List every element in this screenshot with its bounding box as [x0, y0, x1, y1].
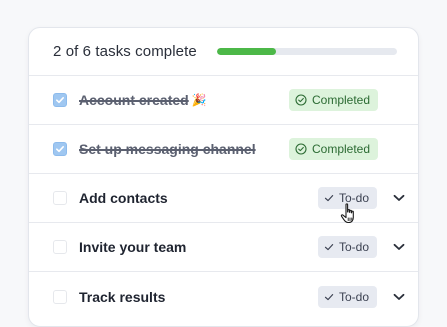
- check-circle-icon: [295, 143, 307, 155]
- status-badge-label: Completed: [312, 93, 371, 107]
- task-row-add-contacts[interactable]: Add contacts To-do: [29, 174, 418, 224]
- status-badge-label: To-do: [339, 289, 370, 304]
- task-label: Track results: [79, 288, 166, 305]
- checklist-header: 2 of 6 tasks complete: [29, 28, 418, 76]
- task-label: Invite your team: [79, 239, 187, 255]
- task-checkbox[interactable]: [53, 93, 67, 107]
- check-icon: [324, 193, 334, 203]
- task-checkbox[interactable]: [53, 289, 67, 304]
- task-row-account-created: Account created 🎉 Completed: [29, 76, 418, 125]
- progress-summary: 2 of 6 tasks complete: [53, 43, 197, 60]
- status-badge-completed: Completed: [289, 89, 379, 111]
- task-checkbox[interactable]: [53, 240, 67, 254]
- status-badge-label: To-do: [339, 191, 370, 205]
- chevron-down-icon[interactable]: [391, 289, 407, 305]
- status-badge-todo: To-do: [318, 187, 378, 209]
- task-checkbox[interactable]: [53, 191, 67, 205]
- progress-bar: [216, 48, 397, 55]
- status-badge-todo: To-do: [318, 285, 378, 308]
- task-checkbox[interactable]: [53, 142, 67, 156]
- status-badge-todo: To-do: [318, 236, 378, 258]
- task-row-track-results[interactable]: Track results To-do: [29, 272, 418, 321]
- party-popper-icon: 🎉: [191, 93, 207, 107]
- checkmark-icon: [56, 146, 64, 153]
- task-row-set-up-messaging-channel: Set up messaging channel Completed: [29, 125, 418, 174]
- status-badge-label: To-do: [339, 240, 370, 254]
- chevron-down-icon[interactable]: [391, 239, 407, 255]
- task-label: Account created 🎉: [79, 92, 207, 108]
- chevron-down-icon[interactable]: [391, 190, 407, 206]
- progress-bar-fill: [216, 48, 277, 55]
- check-icon: [324, 292, 334, 302]
- checkmark-icon: [56, 97, 64, 104]
- task-row-invite-your-team[interactable]: Invite your team To-do: [29, 223, 418, 272]
- task-label: Set up messaging channel: [79, 141, 256, 157]
- check-icon: [324, 242, 334, 252]
- check-circle-icon: [295, 94, 307, 106]
- task-label: Add contacts: [79, 190, 168, 206]
- status-badge-completed: Completed: [289, 138, 379, 160]
- status-badge-label: Completed: [312, 142, 371, 156]
- onboarding-checklist-card: 2 of 6 tasks complete Account created 🎉 C…: [28, 27, 419, 327]
